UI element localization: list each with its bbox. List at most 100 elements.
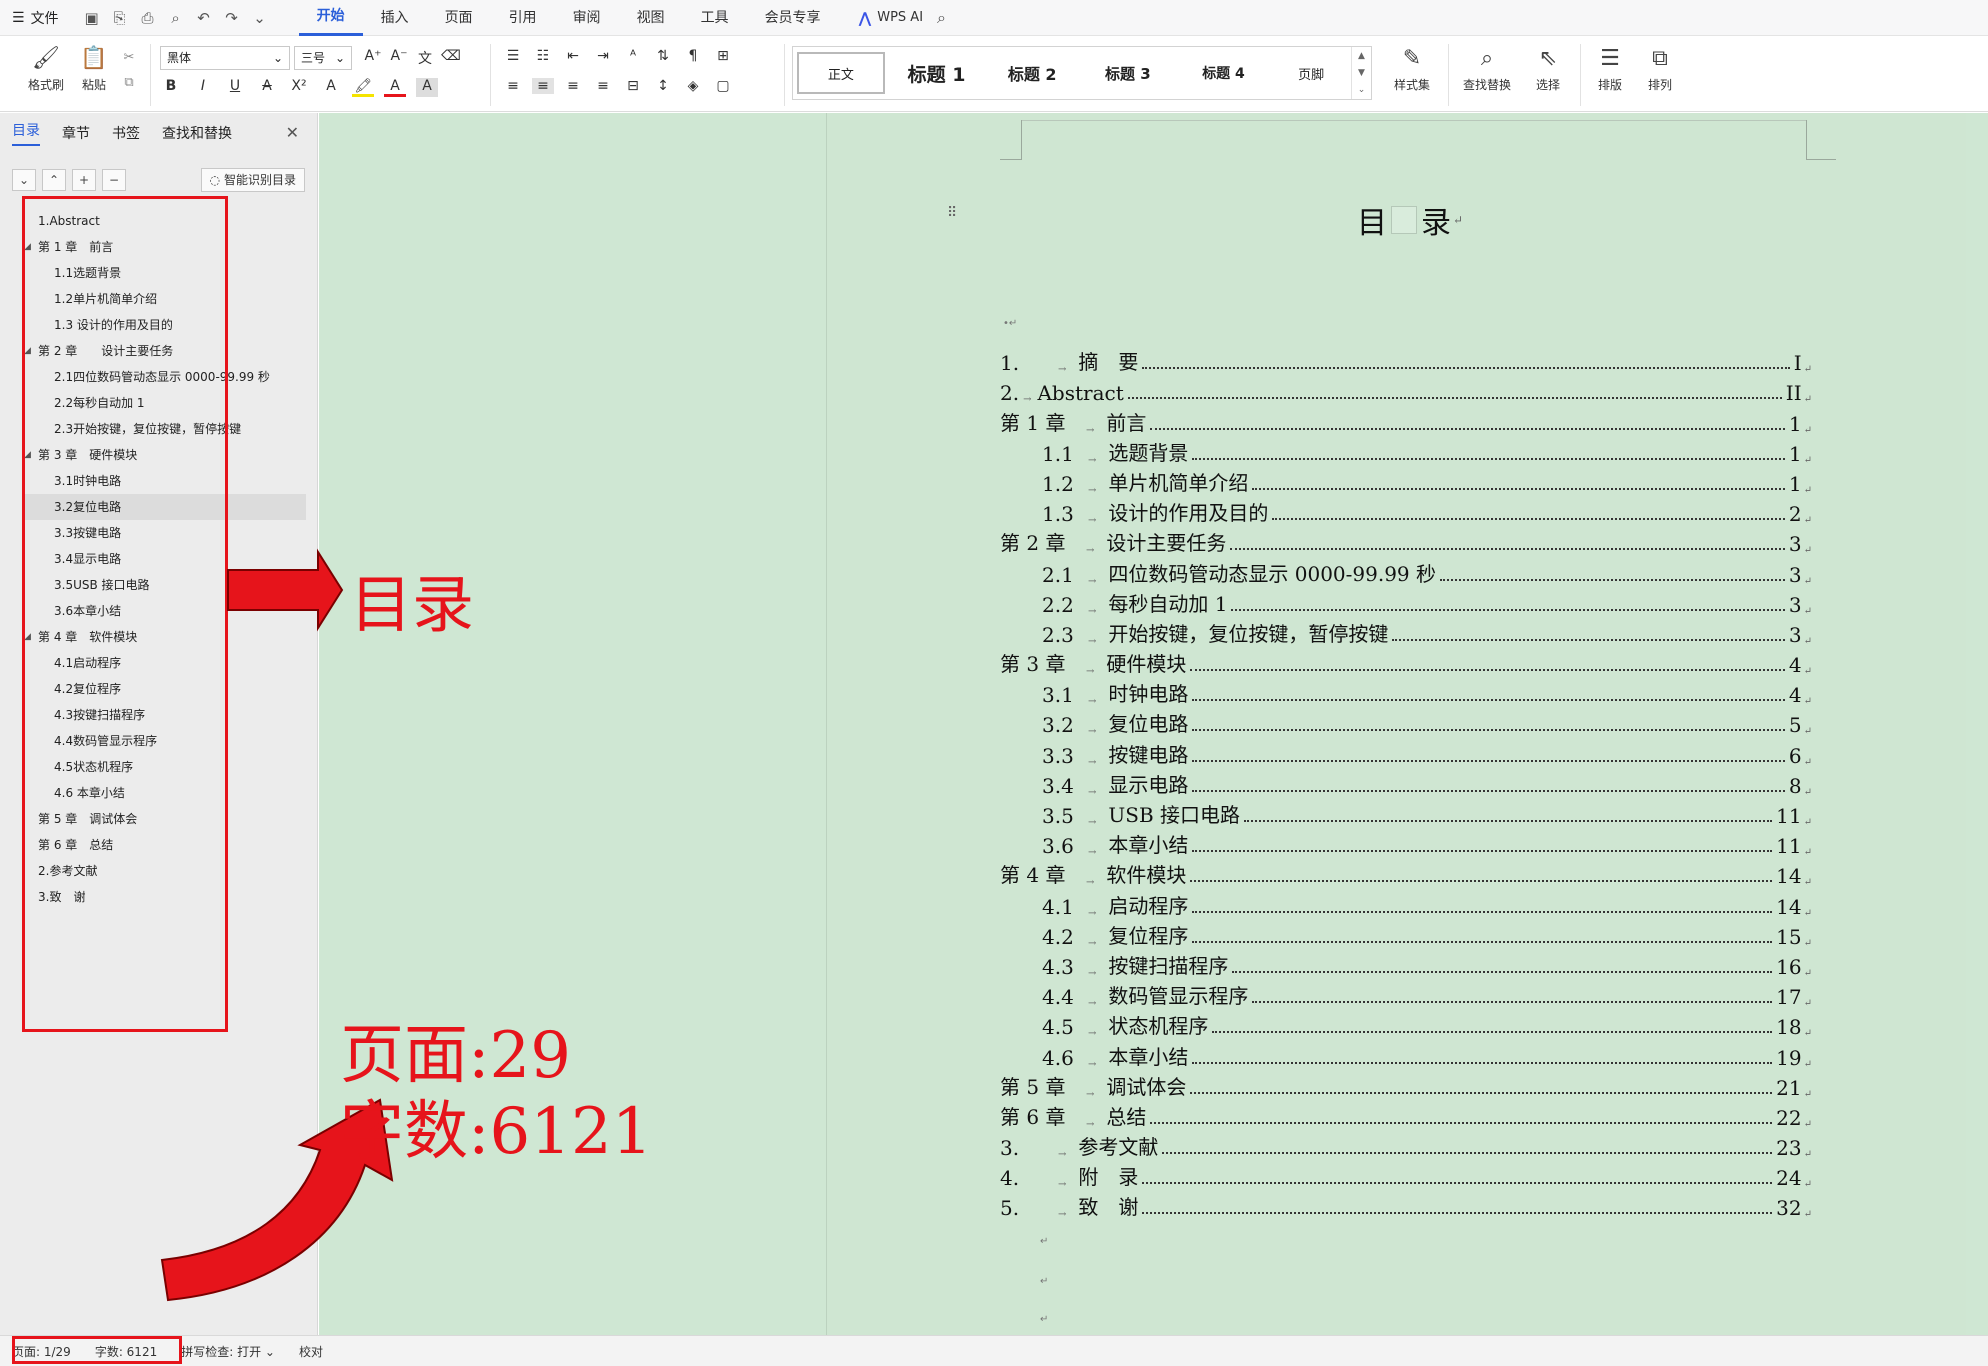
line-spacing-icon[interactable]: ↕ — [652, 78, 674, 94]
toc-tree-item[interactable]: 3.6本章小结 — [24, 598, 306, 624]
drag-handle-icon[interactable]: ⠿ — [947, 205, 957, 221]
remove-level-icon[interactable]: − — [102, 169, 126, 191]
toc-entry[interactable]: 3.6 → 本章小结 11 ↵ — [1000, 828, 1812, 858]
text-direction-icon[interactable]: ᴬ — [622, 48, 644, 64]
save-icon[interactable]: ▣ — [83, 9, 101, 27]
style-gallery-scroll[interactable]: ▲ ▼ ⌄ — [1351, 47, 1371, 99]
search-icon[interactable]: ⌕ — [937, 8, 946, 28]
toc-tree-item[interactable]: 4.2复位程序 — [24, 676, 306, 702]
toc-entry[interactable]: 3. → 参考文献 23 ↵ — [1000, 1130, 1812, 1160]
toc-entry[interactable]: 2.3 → 开始按键，复位按键，暂停按键 3 ↵ — [1000, 617, 1812, 647]
toc-tree-item[interactable]: 3.5USB 接口电路 — [24, 572, 306, 598]
find-replace-button[interactable]: ⌕ 查找替换 — [1456, 42, 1518, 93]
grow-font-icon[interactable]: A⁺ — [362, 48, 384, 68]
char-shading-icon[interactable]: A — [416, 78, 438, 97]
toc-entry[interactable]: 2.2 → 每秒自动加 1 3 ↵ — [1000, 587, 1812, 617]
collapse-all-icon[interactable]: ⌄ — [12, 169, 36, 191]
toc-entry[interactable]: 3.5 → USB 接口电路 11 ↵ — [1000, 798, 1812, 828]
toc-tree-item[interactable]: 4.3按键扫描程序 — [24, 702, 306, 728]
font-color-icon[interactable]: A — [384, 78, 406, 97]
toc-tree-item[interactable]: 3.3按键电路 — [24, 520, 306, 546]
paste-button[interactable]: 📋 粘贴 — [72, 42, 116, 93]
cut-icon[interactable]: ✂ — [118, 50, 140, 65]
align-left-icon[interactable]: ≡ — [502, 78, 524, 94]
distribute-icon[interactable]: ⊟ — [622, 78, 644, 94]
toc-tree-item[interactable]: ◢ 第 4 章 软件模块 — [24, 624, 306, 650]
print-icon[interactable]: ⎙ — [139, 9, 157, 27]
expand-caret-icon[interactable]: ◢ — [24, 624, 31, 650]
toc-tree-item[interactable]: 3.4显示电路 — [24, 546, 306, 572]
toc-entry[interactable]: 第 4 章 → 软件模块 14 ↵ — [1000, 858, 1812, 888]
close-icon[interactable]: ✕ — [286, 123, 299, 142]
expand-up-icon[interactable]: ⌃ — [42, 169, 66, 191]
toc-entry[interactable]: 1.2 → 单片机简单介绍 1 ↵ — [1000, 466, 1812, 496]
toc-entry[interactable]: 3.3 → 按键电路 6 ↵ — [1000, 737, 1812, 768]
border-icon[interactable]: ▢ — [712, 78, 734, 94]
status-proofread[interactable]: 校对 — [287, 1343, 335, 1360]
sort-icon[interactable]: ⇅ — [652, 48, 674, 64]
numbered-list-icon[interactable]: ☷ — [532, 48, 554, 64]
undo-icon[interactable]: ↶ — [195, 9, 213, 27]
tab-reference[interactable]: 引用 — [491, 0, 555, 36]
smart-toc-button[interactable]: ◌ 智能识别目录 — [200, 168, 305, 192]
file-menu[interactable]: ☰ 文件 — [0, 0, 73, 36]
underline-icon[interactable]: U — [224, 78, 246, 97]
increase-indent-icon[interactable]: ⇥ — [592, 48, 614, 64]
toc-tree-item[interactable]: 3.2复位电路 — [24, 494, 306, 520]
toc-entry[interactable]: 4.4 → 数码管显示程序 17 ↵ — [1000, 979, 1812, 1009]
style-heading-3[interactable]: 标题 3 — [1080, 47, 1176, 99]
expand-caret-icon[interactable]: ◢ — [24, 234, 31, 260]
font-name-select[interactable]: 黑体 ⌄ — [160, 46, 290, 70]
style-heading-1[interactable]: 标题 1 — [889, 47, 985, 99]
toc-tree-item[interactable]: ◢ 第 2 章 设计主要任务 — [24, 338, 306, 364]
toc-entry[interactable]: 第 3 章 → 硬件模块 4 ↵ — [1000, 647, 1812, 677]
toc-tree-item[interactable]: 2.1四位数码管动态显示 0000-99.99 秒 — [24, 364, 306, 390]
more-chevron-icon[interactable]: ⌄ — [251, 9, 269, 27]
toc-entry[interactable]: 4.2 → 复位程序 15 ↵ — [1000, 919, 1812, 949]
toc-entry[interactable]: 4. → 附 录 24 ↵ — [1000, 1160, 1812, 1190]
table-icon[interactable]: ⊞ — [712, 48, 734, 64]
toc-tree-item[interactable]: 4.6 本章小结 — [24, 780, 306, 806]
toc-entry[interactable]: 4.1 → 启动程序 14 ↵ — [1000, 888, 1812, 919]
toc-tree-item[interactable]: 4.1启动程序 — [24, 650, 306, 676]
align-right-icon[interactable]: ≡ — [562, 78, 584, 94]
tab-view[interactable]: 视图 — [619, 0, 683, 36]
style-heading-2[interactable]: 标题 2 — [984, 47, 1080, 99]
tab-review[interactable]: 审阅 — [555, 0, 619, 36]
bold-icon[interactable]: B — [160, 78, 182, 97]
nav-tab-sections[interactable]: 章节 — [62, 123, 90, 143]
shading-icon[interactable]: ◈ — [682, 78, 704, 94]
toc-entry[interactable]: 5. → 致 谢 32 ↵ — [1000, 1190, 1812, 1220]
toc-tree-item[interactable]: 第 6 章 总结 — [24, 832, 306, 858]
justify-icon[interactable]: ≡ — [592, 78, 614, 94]
style-heading-4[interactable]: 标题 4 — [1176, 47, 1272, 99]
add-level-icon[interactable]: + — [72, 169, 96, 191]
toc-entry[interactable]: 4.6 → 本章小结 19 ↵ — [1000, 1039, 1812, 1070]
wps-ai-button[interactable]: ⋀ WPS AI — [859, 9, 923, 27]
tab-tools[interactable]: 工具 — [683, 0, 747, 36]
toc-tree-item[interactable]: 2.2每秒自动加 1 — [24, 390, 306, 416]
toc-entry[interactable]: 3.4 → 显示电路 8 ↵ — [1000, 768, 1812, 798]
export-icon[interactable]: ⎘ — [111, 9, 129, 27]
status-spell-check[interactable]: 拼写检查: 打开 ⌄ — [169, 1343, 287, 1360]
expand-caret-icon[interactable]: ◢ — [24, 338, 31, 364]
highlight-icon[interactable]: 🖍 — [352, 78, 374, 97]
toc-tree-item[interactable]: 1.2单片机简单介绍 — [24, 286, 306, 312]
tab-insert[interactable]: 插入 — [363, 0, 427, 36]
toc-tree-item[interactable]: ◢ 第 1 章 前言 — [24, 234, 306, 260]
toc-tree-item[interactable]: 4.5状态机程序 — [24, 754, 306, 780]
toc-entry[interactable]: 2. → Abstract II ↵ — [1000, 375, 1812, 405]
toc-entry[interactable]: 4.3 → 按键扫描程序 16 ↵ — [1000, 949, 1812, 979]
toc-entry[interactable]: 3.2 → 复位电路 5 ↵ — [1000, 707, 1812, 737]
toc-tree-item[interactable]: 4.4数码管显示程序 — [24, 728, 306, 754]
select-button[interactable]: ⇖ 选择 — [1524, 42, 1572, 93]
toc-tree-item[interactable]: 3.致 谢 — [24, 884, 306, 910]
style-set-button[interactable]: ✎ 样式集 — [1384, 42, 1440, 93]
print-preview-icon[interactable]: ⌕ — [167, 9, 185, 27]
tab-page[interactable]: 页面 — [427, 0, 491, 36]
show-marks-icon[interactable]: ¶ — [682, 48, 704, 64]
strikethrough-icon[interactable]: A — [256, 78, 278, 97]
toc-tree-item[interactable]: 1.Abstract — [24, 208, 306, 234]
toc-tree-item[interactable]: 1.1选题背景 — [24, 260, 306, 286]
arrange-button[interactable]: ⧉ 排列 — [1638, 42, 1682, 93]
